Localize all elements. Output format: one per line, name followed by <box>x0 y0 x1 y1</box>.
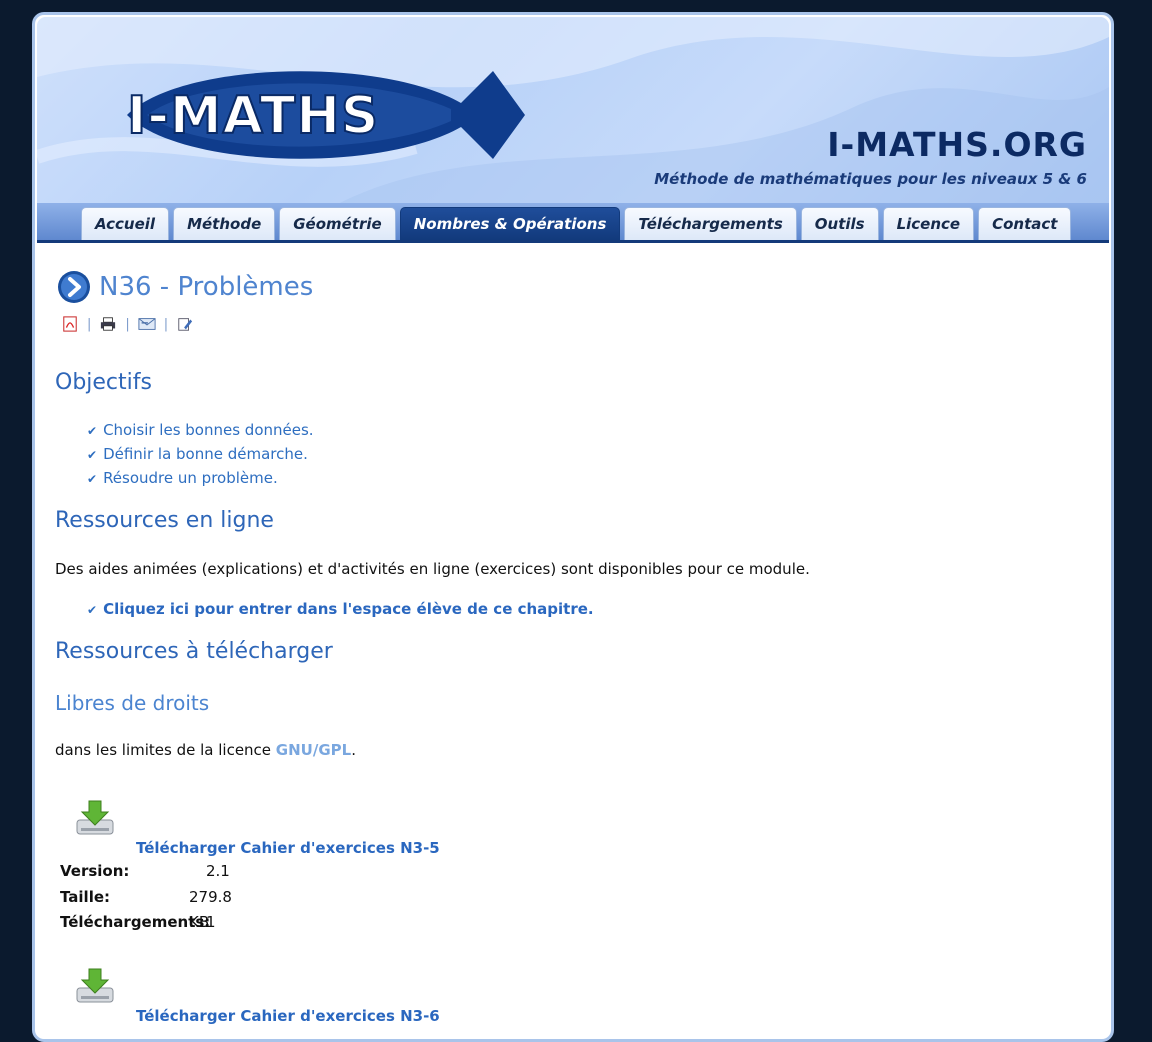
article-toolbar: | | | <box>61 316 194 332</box>
downloads-count-value: 1 <box>206 913 216 931</box>
size-label: Taille: <box>60 887 111 906</box>
download-link[interactable]: Télécharger Cahier d'exercices N3-5 <box>136 839 440 857</box>
chevron-right-circle-icon <box>58 271 90 303</box>
size-value: 279.8 KB <box>189 887 232 932</box>
nav-tab-licence[interactable]: Licence <box>882 207 975 240</box>
libres-de-droits-heading: Libres de droits <box>55 691 210 715</box>
gnu-gpl-link[interactable]: GNU/GPL <box>276 741 351 759</box>
list-item: ✔ Choisir les bonnes données. <box>87 418 314 442</box>
version-label: Version: <box>60 862 130 880</box>
main-navigation: Accueil Méthode Géométrie Nombres & Opér… <box>37 203 1109 243</box>
downloads-count-label: Téléchargements: <box>60 913 211 931</box>
check-icon: ✔ <box>87 448 98 462</box>
check-icon: ✔ <box>87 603 98 617</box>
nav-tab-methode[interactable]: Méthode <box>173 207 276 240</box>
nav-tab-contact[interactable]: Contact <box>978 207 1072 240</box>
site-name: I-MATHS.ORG <box>827 125 1087 164</box>
list-item: ✔ Cliquez ici pour entrer dans l'espace é… <box>87 597 594 621</box>
license-text-prefix: dans les limites de la licence <box>55 741 276 759</box>
page-title-text: N36 - Problèmes <box>99 272 314 302</box>
toolbar-separator: | <box>163 316 169 332</box>
objectifs-list: ✔ Choisir les bonnes données. ✔ Définir la… <box>87 418 314 490</box>
list-item-text: Définir la bonne démarche. <box>103 445 308 463</box>
site-header: I-MATHS I-MATHS.ORG Méthode de mathémati… <box>37 17 1109 205</box>
page-title: N36 - Problèmes <box>57 270 313 304</box>
page-frame: I-MATHS I-MATHS.ORG Méthode de mathémati… <box>32 12 1114 1042</box>
ressources-en-ligne-heading: Ressources en ligne <box>55 508 274 533</box>
student-space-link[interactable]: Cliquez ici pour entrer dans l'espace él… <box>103 600 594 618</box>
list-item: ✔ Résoudre un problème. <box>87 466 314 490</box>
list-item: ✔ Définir la bonne démarche. <box>87 442 314 466</box>
ressources-telecharger-heading: Ressources à télécharger <box>55 639 333 664</box>
download-link[interactable]: Télécharger Cahier d'exercices N3-6 <box>136 1007 440 1025</box>
logo-text: I-MATHS <box>127 86 379 146</box>
edit-icon[interactable] <box>176 316 194 332</box>
toolbar-separator: | <box>87 316 92 332</box>
ressources-en-ligne-text: Des aides animées (explications) et d'ac… <box>55 560 810 578</box>
license-text-end: . <box>351 741 356 759</box>
download-meta: Version: 2.1 Taille: 279.8 KB Téléchargeme… <box>60 859 249 936</box>
download-icon[interactable] <box>75 798 115 838</box>
nav-tab-nombres-operations[interactable]: Nombres & Opérations <box>399 207 621 240</box>
print-icon[interactable] <box>99 316 117 332</box>
objectifs-heading: Objectifs <box>55 370 152 395</box>
nav-tab-geometrie[interactable]: Géométrie <box>279 207 396 240</box>
check-icon: ✔ <box>87 472 98 486</box>
email-icon[interactable] <box>138 316 156 332</box>
site-tagline: Méthode de mathématiques pour les niveau… <box>654 170 1087 188</box>
site-logo[interactable]: I-MATHS <box>121 63 531 167</box>
check-icon: ✔ <box>87 424 98 438</box>
nav-tab-telechargements[interactable]: Téléchargements <box>624 207 797 240</box>
download-icon[interactable] <box>75 966 115 1006</box>
list-item-text: Résoudre un problème. <box>103 469 278 487</box>
nav-tab-accueil[interactable]: Accueil <box>81 207 170 240</box>
pdf-icon[interactable] <box>61 316 79 332</box>
online-resources-list: ✔ Cliquez ici pour entrer dans l'espace é… <box>87 597 594 621</box>
license-text: dans les limites de la licence GNU/GPL. <box>55 741 356 759</box>
toolbar-separator: | <box>125 316 130 332</box>
list-item-text: Choisir les bonnes données. <box>103 421 314 439</box>
version-value: 2.1 <box>206 862 230 880</box>
nav-tab-outils[interactable]: Outils <box>800 207 879 240</box>
